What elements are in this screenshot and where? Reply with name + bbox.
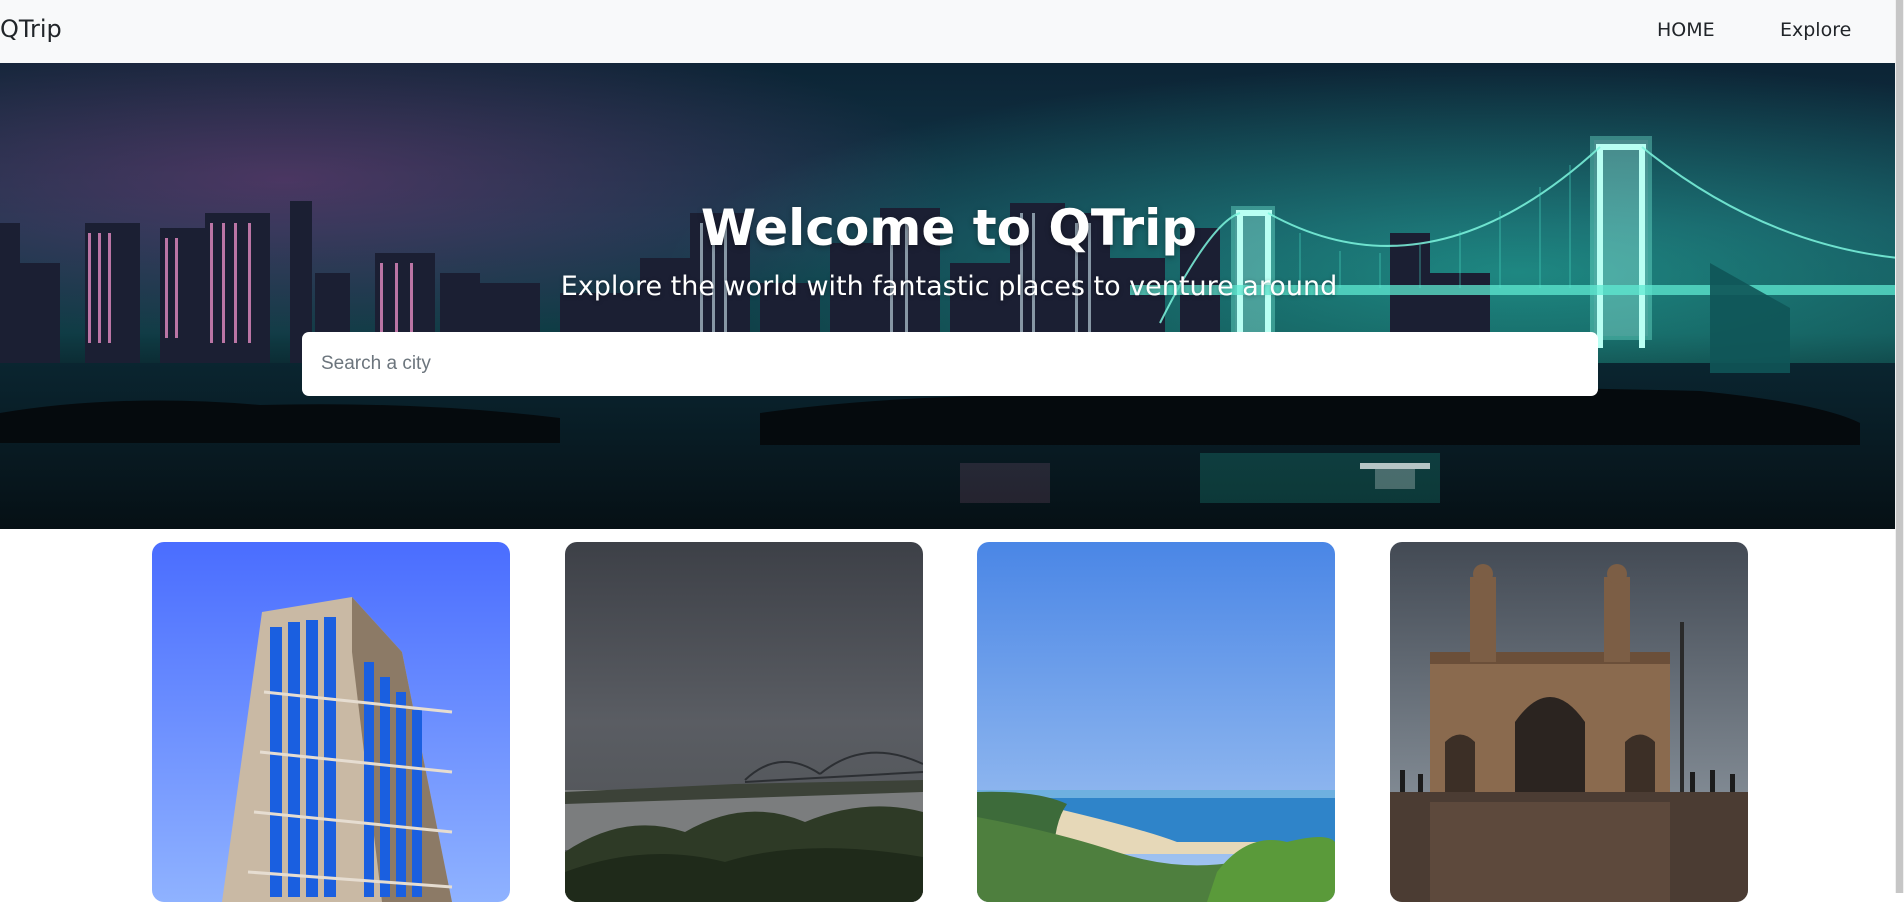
brand-logo-link[interactable]: QTrip [0,15,62,43]
page-scrollbar[interactable] [1895,0,1904,893]
city-card-1[interactable] [152,542,510,902]
office-tower-image [152,542,510,902]
city-card-4[interactable] [1390,542,1748,902]
nav-link-explore[interactable]: Explore [1780,19,1851,41]
city-card-3[interactable] [977,542,1335,902]
hero-subtitle: Explore the world with fantastic places … [560,271,1338,302]
gateway-monument-image [1390,542,1748,902]
beach-coast-image [977,542,1335,902]
river-bridge-image [565,542,923,902]
top-navbar: QTrip HOME Explore [0,0,1904,63]
hero-title: Welcome to QTrip [700,199,1198,257]
hero-banner: Welcome to QTrip Explore the world with … [0,63,1898,529]
scrollbar-thumb[interactable] [1896,0,1903,893]
nav-link-home[interactable]: HOME [1657,19,1715,41]
city-search-input[interactable] [302,332,1598,396]
city-card-2[interactable] [565,542,923,902]
